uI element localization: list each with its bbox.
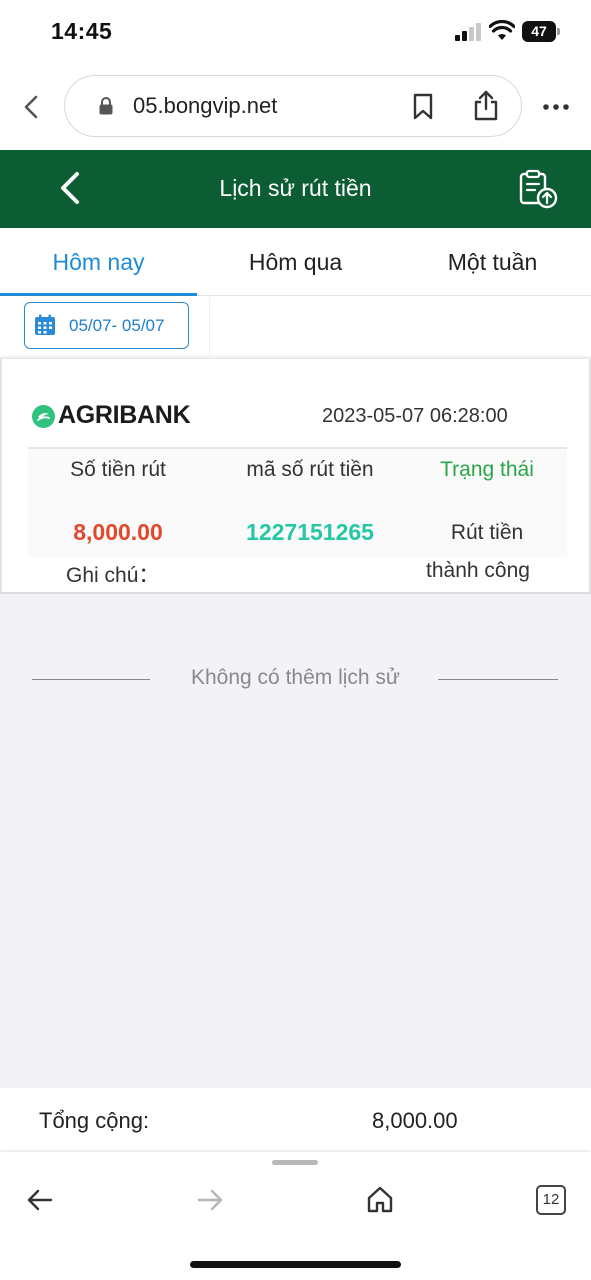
status-bar: 14:45 47 — [0, 0, 591, 64]
no-more-history-text: Không có thêm lịch sử — [191, 666, 400, 689]
column-header-code: mã số rút tiền — [246, 458, 374, 481]
withdrawal-code: 1227151265 — [246, 519, 374, 545]
totals-bar: Tổng cộng: 8,000.00 — [0, 1088, 591, 1152]
active-tab-indicator — [0, 293, 197, 296]
period-tabs: Hôm nay Hôm qua Một tuần — [0, 228, 591, 296]
browser-toolbar: 12 — [0, 1152, 591, 1280]
nav-back-icon[interactable] — [27, 1188, 53, 1212]
column-header-amount: Số tiền rút — [70, 458, 166, 481]
total-label: Tổng cộng: — [39, 1108, 150, 1133]
divider — [209, 297, 210, 356]
column-header-status: Trạng thái — [440, 458, 534, 481]
record-timestamp: 2023-05-07 06:28:00 — [322, 405, 508, 427]
end-of-list: Không có thêm lịch sử — [0, 664, 591, 694]
withdrawal-amount: 8,000.00 — [73, 519, 163, 545]
home-icon[interactable] — [366, 1185, 394, 1213]
tab-switcher-button[interactable]: 12 — [536, 1185, 566, 1215]
drag-handle[interactable] — [272, 1160, 318, 1165]
more-options-icon[interactable] — [543, 104, 569, 110]
bank-name: AGRIBANK — [58, 401, 191, 429]
withdrawal-record-card[interactable]: AGRIBANK 2023-05-07 06:28:00 Số tiền rút… — [0, 358, 591, 594]
clipboard-upload-icon[interactable] — [518, 169, 558, 209]
bookmark-icon[interactable] — [412, 93, 434, 120]
status-time: 14:45 — [51, 18, 113, 44]
date-range-button[interactable]: 05/07- 05/07 — [24, 302, 189, 349]
withdrawal-status: Rút tiền — [450, 521, 524, 544]
note-label: Ghi chú： — [66, 564, 160, 587]
wifi-icon — [489, 20, 515, 40]
history-content: AGRIBANK 2023-05-07 06:28:00 Số tiền rút… — [0, 356, 591, 1088]
tab-yesterday[interactable]: Hôm qua — [197, 228, 394, 296]
date-filter-row: 05/07- 05/07 — [0, 297, 591, 356]
cellular-signal-icon — [455, 22, 483, 41]
tab-one-week[interactable]: Một tuần — [394, 228, 591, 296]
divider — [438, 679, 558, 680]
record-details: Số tiền rút mã số rút tiền Trạng thái 8,… — [28, 449, 567, 557]
browser-back-icon[interactable] — [18, 89, 44, 125]
nav-forward-icon[interactable] — [197, 1188, 223, 1212]
date-range-text: 05/07- 05/07 — [69, 316, 165, 335]
tab-today[interactable]: Hôm nay — [0, 228, 197, 296]
agribank-logo-icon — [32, 405, 55, 428]
browser-url-row: 05.bongvip.net — [0, 64, 591, 150]
page-title: Lịch sử rút tiền — [219, 175, 372, 201]
lock-icon — [99, 97, 113, 115]
address-bar[interactable]: 05.bongvip.net — [64, 75, 522, 137]
home-indicator — [190, 1261, 401, 1268]
battery-icon: 47 — [522, 21, 560, 42]
app-header: Lịch sử rút tiền — [0, 150, 591, 228]
withdrawal-status-line2: thành công — [426, 559, 530, 582]
total-value: 8,000.00 — [372, 1108, 458, 1133]
battery-level: 47 — [522, 21, 556, 42]
url-text: 05.bongvip.net — [133, 93, 278, 118]
calendar-icon — [35, 314, 55, 335]
share-icon[interactable] — [473, 89, 499, 121]
